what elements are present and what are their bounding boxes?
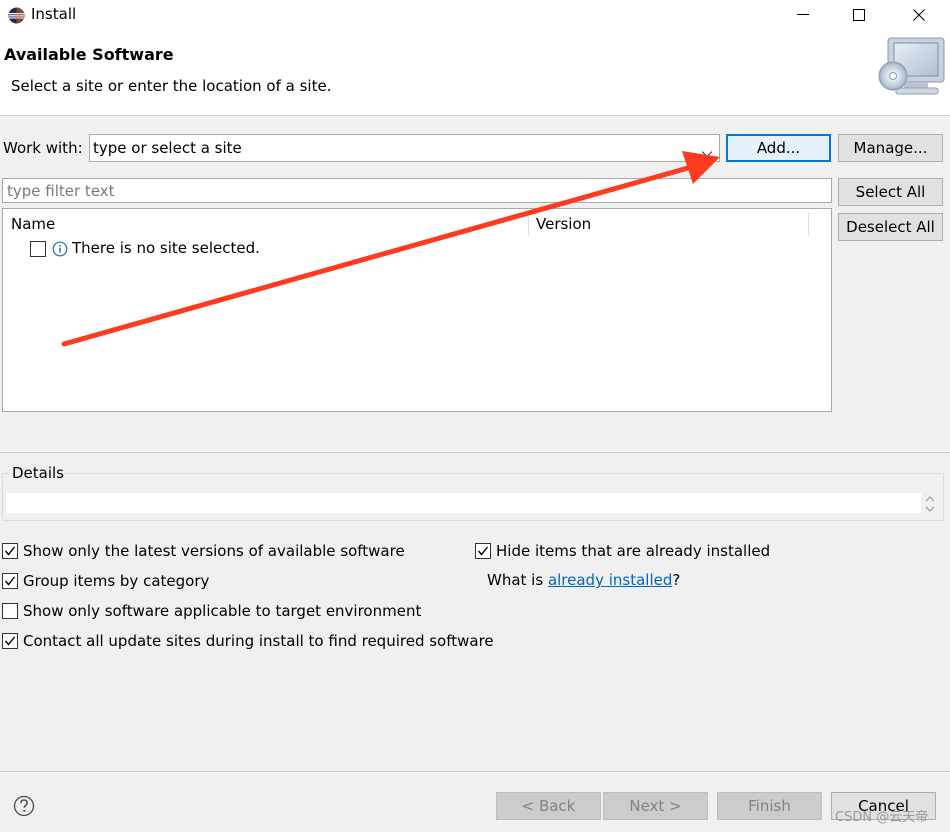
option-applicable-target[interactable]: Show only software applicable to target … (2, 601, 421, 621)
column-header-name[interactable]: Name (11, 215, 55, 233)
eclipse-icon (8, 7, 25, 24)
check-icon (477, 546, 489, 556)
applicable-target-checkbox[interactable] (2, 603, 18, 619)
minimize-button[interactable] (780, 0, 826, 30)
filter-field[interactable] (2, 178, 832, 203)
option-group-category[interactable]: Group items by category (2, 571, 209, 591)
monitor-cd-icon (874, 34, 950, 100)
wizard-header: Available Software Select a site or ente… (0, 30, 950, 116)
column-divider[interactable] (528, 212, 529, 236)
annotation-arrow (61, 151, 720, 347)
divider (0, 452, 950, 453)
option-hide-installed[interactable]: Hide items that are already installed (475, 541, 770, 561)
option-contact-sites[interactable]: Contact all update sites during install … (2, 631, 494, 651)
divider (64, 473, 944, 474)
latest-versions-label: Show only the latest versions of availab… (23, 542, 405, 560)
chevron-up-icon (925, 496, 935, 502)
hide-installed-checkbox[interactable] (475, 543, 491, 559)
window-title: Install (31, 5, 77, 23)
divider (2, 473, 8, 474)
chevron-down-icon (925, 506, 935, 512)
close-icon (913, 9, 925, 21)
what-is-installed-text: What is already installed? (487, 571, 680, 589)
page-title: Available Software (4, 45, 174, 64)
column-header-version[interactable]: Version (536, 215, 591, 233)
select-all-button[interactable]: Select All (838, 178, 943, 206)
work-with-label: Work with: (3, 139, 83, 157)
group-category-label: Group items by category (23, 572, 210, 590)
minimize-icon (797, 14, 809, 15)
title-bar: Install (0, 0, 950, 30)
details-label: Details (11, 464, 66, 482)
help-icon[interactable] (13, 795, 35, 817)
next-button[interactable]: Next > (603, 792, 708, 820)
details-scroll-arrows[interactable] (922, 493, 938, 515)
check-icon (4, 636, 16, 646)
manage-sites-button[interactable]: Manage... (838, 134, 943, 162)
page-description: Select a site or enter the location of a… (11, 77, 332, 95)
check-icon (4, 576, 16, 586)
hide-installed-label: Hide items that are already installed (496, 542, 771, 560)
contact-sites-checkbox[interactable] (2, 633, 18, 649)
group-category-checkbox[interactable] (2, 573, 18, 589)
info-icon (52, 241, 68, 257)
watermark: CSDN @云天帝 (835, 810, 929, 825)
what-is-prefix: What is (487, 571, 548, 589)
applicable-target-label: Show only software applicable to target … (23, 602, 422, 620)
check-icon (4, 546, 16, 556)
work-with-combo[interactable] (89, 134, 720, 162)
divider (0, 771, 950, 772)
work-with-input[interactable] (93, 138, 693, 158)
latest-versions-checkbox[interactable] (2, 543, 18, 559)
option-latest-versions[interactable]: Show only the latest versions of availab… (2, 541, 405, 561)
row-checkbox[interactable] (30, 241, 46, 257)
column-divider[interactable] (808, 212, 809, 236)
row-label: There is no site selected. (72, 239, 260, 257)
back-button[interactable]: < Back (496, 792, 601, 820)
already-installed-link[interactable]: already installed (548, 571, 672, 589)
deselect-all-button[interactable]: Deselect All (838, 213, 943, 241)
close-button[interactable] (896, 0, 942, 30)
details-text[interactable] (6, 493, 921, 513)
contact-sites-label: Contact all update sites during install … (23, 632, 494, 650)
maximize-icon (853, 9, 865, 21)
maximize-button[interactable] (836, 0, 882, 30)
what-is-suffix: ? (672, 571, 681, 589)
chevron-down-icon[interactable] (701, 144, 713, 158)
software-tree[interactable]: Name Version There is no site selected. (2, 208, 832, 412)
add-site-button[interactable]: Add... (726, 134, 831, 162)
filter-input[interactable] (7, 181, 817, 200)
finish-button[interactable]: Finish (717, 792, 822, 820)
